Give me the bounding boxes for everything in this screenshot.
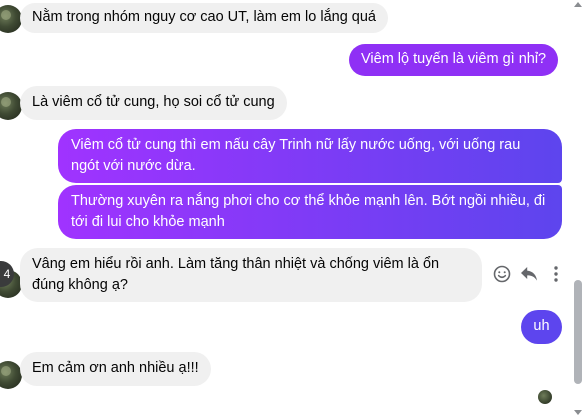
message-outgoing[interactable]: Viêm lộ tuyến là viêm gì nhỉ?: [349, 44, 559, 76]
message-outgoing[interactable]: Thường xuyên ra nắng phơi cho cơ thể khỏ…: [58, 185, 562, 239]
message-text: Thường xuyên ra nắng phơi cho cơ thể khỏ…: [71, 193, 546, 230]
scrollbar-thumb[interactable]: [574, 280, 582, 384]
message-incoming[interactable]: Là viêm cổ tử cung, họ soi cổ tử cung: [20, 86, 287, 120]
message-incoming[interactable]: Vâng em hiểu rồi anh. Làm tăng thân nhiệ…: [20, 248, 482, 302]
message-outgoing[interactable]: Viêm cổ tử cung thì em nấu cây Trinh nữ …: [58, 129, 562, 183]
reply-icon[interactable]: [517, 262, 541, 286]
message-outgoing[interactable]: uh: [521, 310, 562, 344]
emoji-icon[interactable]: [490, 262, 514, 286]
message-text: Vâng em hiểu rồi anh. Làm tăng thân nhiệ…: [32, 256, 440, 293]
scroll-up-icon[interactable]: [574, 2, 582, 7]
scrollbar[interactable]: [570, 0, 586, 417]
message-incoming[interactable]: Nằm trong nhóm nguy cơ cao UT, làm em lo…: [20, 3, 388, 33]
more-options-icon[interactable]: [544, 262, 568, 286]
sender-avatar[interactable]: [0, 361, 22, 389]
message-text: uh: [533, 318, 550, 334]
message-incoming[interactable]: Em cảm ơn anh nhiều ạ!!!: [20, 352, 211, 386]
message-text: Em cảm ơn anh nhiều ạ!!!: [32, 360, 199, 376]
seen-indicator-avatar: [538, 390, 552, 404]
sender-avatar[interactable]: [0, 5, 22, 33]
sender-avatar[interactable]: [0, 92, 22, 120]
message-text: Viêm cổ tử cung thì em nấu cây Trinh nữ …: [71, 137, 521, 174]
message-actions: [490, 262, 570, 286]
message-thread: Nằm trong nhóm nguy cơ cao UT, làm em lo…: [0, 0, 570, 417]
scroll-down-icon[interactable]: [574, 410, 582, 415]
message-text: Là viêm cổ tử cung, họ soi cổ tử cung: [32, 94, 275, 110]
message-text: Nằm trong nhóm nguy cơ cao UT, làm em lo…: [32, 9, 376, 25]
message-text: Viêm lộ tuyến là viêm gì nhỉ?: [361, 51, 547, 67]
